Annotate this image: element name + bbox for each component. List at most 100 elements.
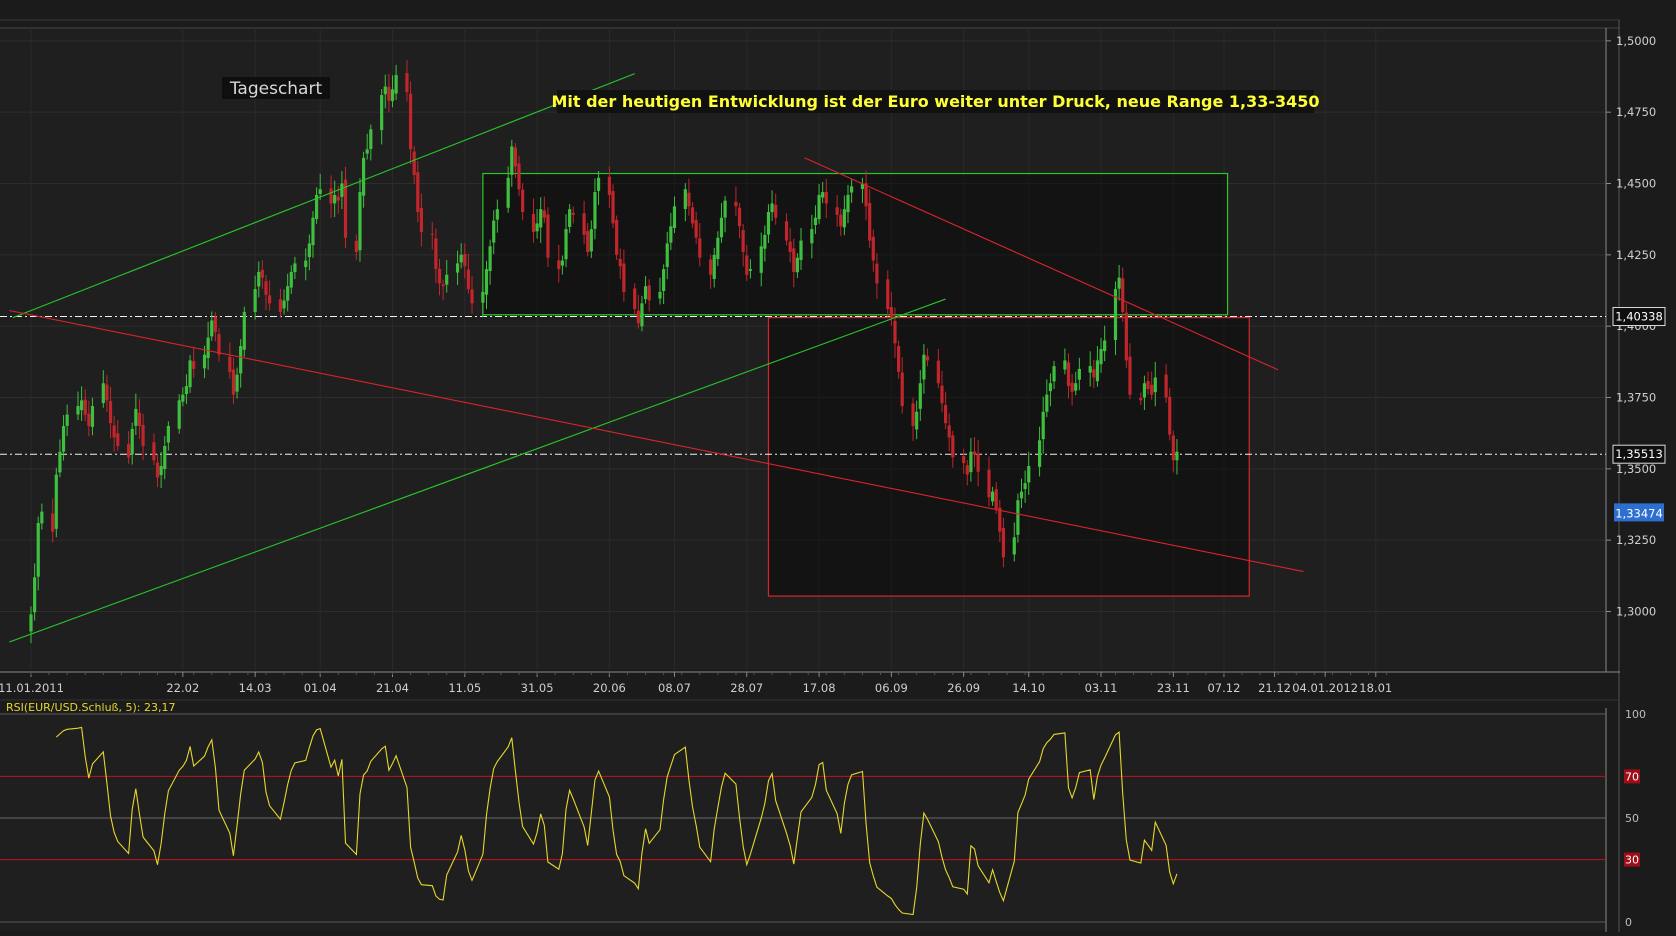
price-x-tick-label: 22.02: [166, 681, 199, 695]
price-y-tick-label: 1,3250: [1616, 533, 1656, 547]
candle-down: [116, 433, 120, 447]
candle-up: [307, 243, 311, 258]
candle-down: [875, 263, 879, 284]
price-x-tick-label: 14.03: [239, 681, 272, 695]
candle-down: [792, 248, 796, 272]
candle-up: [304, 260, 308, 268]
annotation-text: Mit der heutigen Entwicklung ist der Eur…: [551, 92, 1319, 111]
candle-down: [900, 372, 904, 407]
candle-up: [817, 194, 821, 220]
candle-down: [788, 241, 792, 252]
candle-up: [922, 354, 926, 380]
candle-down: [1171, 435, 1175, 461]
candle-down: [571, 212, 575, 215]
candle-down: [972, 451, 977, 455]
candle-down: [217, 334, 221, 355]
candle-up: [763, 234, 767, 249]
candle-up: [484, 269, 489, 295]
candle-up: [239, 346, 243, 374]
candle-up: [1063, 360, 1067, 370]
candle-down: [1168, 396, 1172, 435]
candle-down: [437, 268, 442, 284]
candle-up: [915, 411, 919, 430]
candle-up: [293, 263, 297, 273]
price-x-tick-label: 14.10: [1012, 681, 1045, 695]
candle-up: [510, 146, 514, 175]
candle-up: [1077, 368, 1081, 380]
candle-down: [1139, 397, 1143, 401]
candle-up: [842, 209, 846, 228]
candle-down: [737, 207, 742, 227]
candle-down: [1146, 380, 1150, 389]
candle-up: [1016, 500, 1020, 535]
candle-up: [1052, 366, 1056, 382]
price-y-tick-label: 1,4500: [1616, 177, 1656, 191]
candle-down: [1121, 278, 1125, 312]
price-x-tick-label: 21.12: [1258, 681, 1291, 695]
candle-down: [430, 233, 434, 235]
candle-down: [513, 147, 518, 167]
rsi-label: RSI(EUR/USD.Schluß, 5): 23,17: [6, 701, 175, 714]
candle-up: [40, 511, 44, 524]
level-label: 1,35513: [1615, 447, 1663, 461]
candle-up: [1037, 440, 1042, 467]
candle-up: [459, 254, 463, 263]
candle-down: [947, 425, 951, 438]
candle-up: [672, 206, 677, 228]
candle-down: [976, 453, 980, 472]
price-y-tick-label: 1,3000: [1616, 605, 1656, 619]
candle-down: [343, 179, 348, 238]
candle-up: [134, 408, 138, 426]
price-y-tick-label: 1,3500: [1616, 462, 1656, 476]
candle-down: [618, 258, 622, 267]
candle-up: [1088, 366, 1092, 373]
candle-down: [994, 489, 998, 509]
price-x-tick-label: 18.01: [1359, 681, 1392, 695]
candle-down: [434, 238, 438, 270]
candle-up: [1099, 349, 1103, 365]
candle-up: [235, 374, 239, 392]
candle-down: [633, 288, 637, 310]
candle-up: [1012, 537, 1016, 555]
candle-up: [61, 426, 66, 452]
candle-up: [1117, 277, 1121, 289]
candle-up: [394, 75, 398, 94]
candle-up: [969, 451, 973, 473]
candle-up: [282, 300, 286, 309]
level-label: 1,40338: [1615, 310, 1663, 324]
candle-down: [698, 238, 702, 258]
candle-up: [918, 383, 922, 409]
candle-down: [137, 412, 142, 427]
price-x-tick-label: 31.05: [521, 681, 554, 695]
candle-up: [658, 291, 662, 299]
candle-up: [506, 177, 510, 208]
last-price-label: 1,33474: [1615, 506, 1663, 520]
candle-up: [488, 246, 492, 272]
candle-up: [181, 394, 185, 402]
price-x-tick-label: 03.11: [1085, 681, 1118, 695]
candle-down: [441, 284, 445, 287]
candle-down: [690, 207, 695, 224]
candle-down: [1124, 312, 1128, 361]
candle-down: [260, 269, 264, 278]
chart-stage: 11.01.2011 22.02 14.03 01.04 21.04 11.05 31.05…: [0, 0, 1676, 932]
candle-down: [470, 289, 474, 304]
candle-up: [33, 577, 37, 613]
candle-up: [850, 186, 854, 193]
candle-up: [202, 354, 207, 369]
candle-down: [264, 281, 268, 295]
candle-down: [155, 462, 160, 478]
candle-down: [636, 310, 640, 324]
chart-title-badge: Tageschart: [222, 77, 330, 99]
candle-up: [495, 209, 499, 220]
price-x-tick-label: 11.05: [448, 681, 481, 695]
candle-down: [336, 196, 340, 201]
candle-down: [83, 399, 87, 415]
candle-down: [611, 190, 615, 224]
candle-down: [647, 285, 651, 301]
candle-down: [694, 220, 698, 238]
candle-down: [213, 316, 217, 332]
candle-up: [665, 243, 669, 267]
candle-down: [774, 204, 778, 218]
candle-up: [101, 383, 105, 404]
